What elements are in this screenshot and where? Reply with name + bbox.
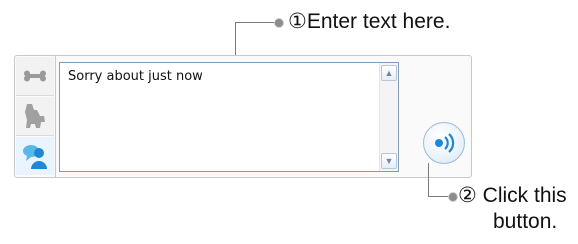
tool-button-chat[interactable] <box>16 137 54 175</box>
side-tool-column <box>15 56 56 177</box>
tool-button-bone[interactable] <box>16 57 54 96</box>
callout-line-2-vertical <box>428 163 429 196</box>
callout-click-button-line1: ② Click this <box>458 184 567 207</box>
message-scrollbar[interactable]: ▲ ▼ <box>379 63 398 171</box>
callout-line-1-horizontal <box>235 22 279 23</box>
message-textbox: Sorry about just now ▲ ▼ <box>59 62 399 172</box>
chevron-down-icon: ▼ <box>384 156 394 166</box>
speaker-send-icon <box>435 133 455 153</box>
callout-click-button-line2: button. <box>493 210 558 233</box>
send-button[interactable] <box>423 122 465 164</box>
bone-icon <box>24 70 46 82</box>
scroll-up-button[interactable]: ▲ <box>381 65 397 81</box>
tool-button-dog[interactable] <box>16 97 54 136</box>
callout-dot-1 <box>274 18 284 28</box>
chat-people-icon <box>23 145 47 169</box>
dog-icon <box>25 104 45 128</box>
message-input[interactable]: Sorry about just now <box>60 63 378 171</box>
scroll-down-button[interactable]: ▼ <box>381 153 397 169</box>
message-composer-panel: Sorry about just now ▲ ▼ <box>14 55 472 178</box>
callout-enter-text: ①Enter text here. <box>288 10 451 33</box>
callout-dot-2 <box>448 192 458 202</box>
chevron-up-icon: ▲ <box>384 68 394 78</box>
